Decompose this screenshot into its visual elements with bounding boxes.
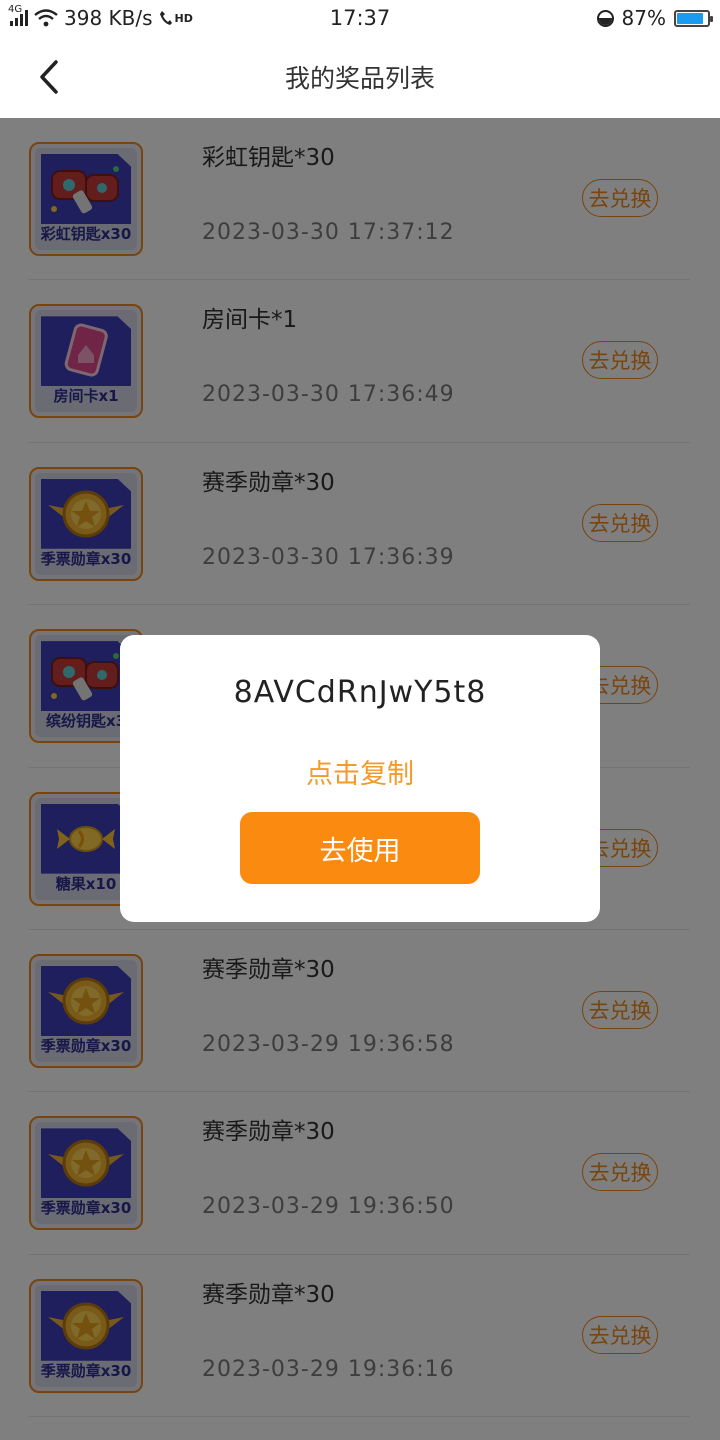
back-button[interactable] (22, 50, 76, 104)
page-title: 我的奖品列表 (284, 64, 435, 93)
use-button[interactable]: 去使用 (240, 812, 480, 884)
hd-badge: HD (174, 11, 193, 25)
status-left: 4G 398 KB/s HD (8, 4, 597, 30)
signal-icon: 4G (8, 4, 28, 26)
redeem-code-dialog: 8AVCdRnJwY5t8 点击复制 去使用 (120, 635, 600, 922)
network-speed: 398 KB/s (64, 6, 153, 30)
do-not-disturb-icon (596, 9, 614, 27)
status-right: 87% (596, 6, 713, 30)
redeem-code: 8AVCdRnJwY5t8 (233, 675, 487, 710)
status-bar: 4G 398 KB/s HD 17:37 87% (0, 0, 720, 36)
chevron-left-icon (40, 60, 58, 94)
wifi-icon (34, 9, 58, 27)
nav-bar: 我的奖品列表 (0, 36, 720, 118)
phone-icon (159, 11, 172, 25)
network-type: 4G (8, 4, 23, 15)
copy-code-button[interactable]: 点击复制 (120, 752, 600, 791)
battery-icon (674, 9, 713, 27)
battery-fill (677, 12, 704, 24)
battery-percent: 87% (621, 6, 666, 30)
